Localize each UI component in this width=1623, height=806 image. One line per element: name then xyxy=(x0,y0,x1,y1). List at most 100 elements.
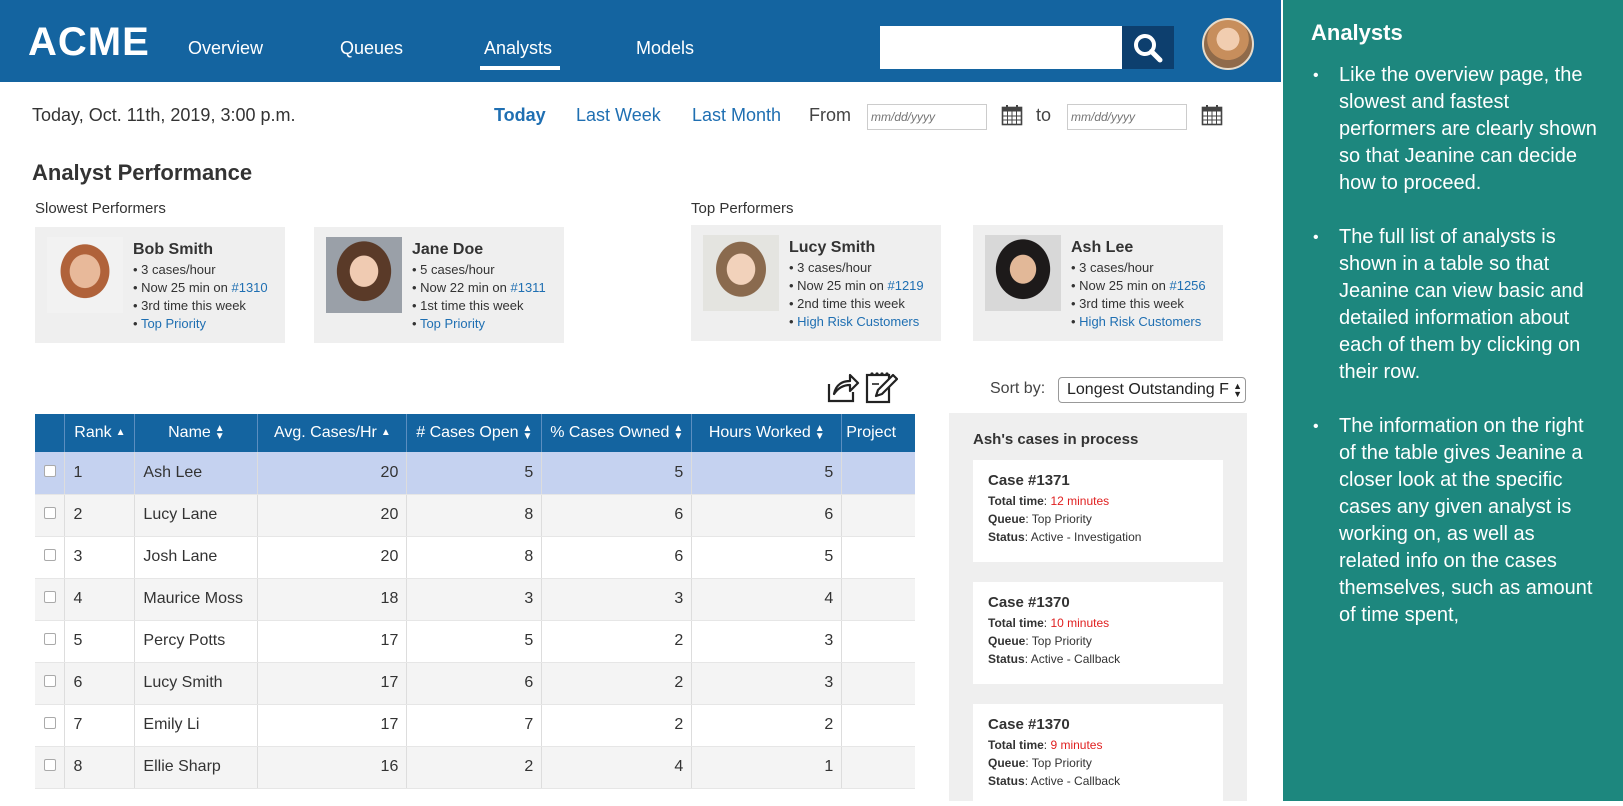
checkbox[interactable] xyxy=(43,717,56,729)
table-row[interactable]: 2 Lucy Lane 20 8 6 6 xyxy=(35,494,915,537)
performer-name: Ash Lee xyxy=(1071,239,1134,256)
edit-notes-icon[interactable] xyxy=(864,370,898,404)
cell-rank: 1 xyxy=(64,452,136,495)
performer-card[interactable]: Lucy Smith • 3 cases/hour • Now 25 min o… xyxy=(691,225,941,341)
performer-name: Jane Doe xyxy=(412,241,484,258)
table-row[interactable]: 5 Percy Potts 17 5 2 3 xyxy=(35,620,915,663)
table-row[interactable]: 7 Emily Li 17 7 2 2 xyxy=(35,704,915,747)
cell-hours-worked: 1 xyxy=(691,746,843,789)
queue-link[interactable]: Top Priority xyxy=(141,316,206,331)
checkbox[interactable] xyxy=(43,549,56,561)
table-row[interactable]: 6 Lucy Smith 17 6 2 3 xyxy=(35,662,915,705)
from-date-input[interactable] xyxy=(867,104,987,130)
search-input[interactable] xyxy=(880,26,1122,69)
cell-rank: 2 xyxy=(64,494,136,537)
cell-cases-open: 8 xyxy=(406,536,543,579)
row-checkbox[interactable] xyxy=(35,746,66,789)
calendar-icon[interactable] xyxy=(1001,104,1023,126)
case-status: Active - Investigation xyxy=(1030,530,1142,544)
table-row[interactable]: 3 Josh Lane 20 8 6 5 xyxy=(35,536,915,579)
cell-name: Josh Lane xyxy=(134,536,259,579)
cell-hours-worked: 3 xyxy=(691,662,843,705)
page-title: Analyst Performance xyxy=(32,160,253,185)
range-last-week[interactable]: Last Week xyxy=(576,105,661,126)
row-checkbox[interactable] xyxy=(35,578,66,621)
performer-photo xyxy=(326,237,402,313)
table-row[interactable]: 4 Maurice Moss 18 3 3 4 xyxy=(35,578,915,621)
column-header-hours-worked[interactable]: Hours Worked ▲ ▼ xyxy=(691,414,843,452)
column-header-avg-cases[interactable]: Avg. Cases/Hr ▲ xyxy=(257,414,408,452)
range-today[interactable]: Today xyxy=(494,105,546,126)
from-label: From xyxy=(809,105,851,125)
checkbox[interactable] xyxy=(43,675,56,687)
table-row[interactable]: 1 Ash Lee 20 5 5 5 xyxy=(35,452,915,495)
performer-card[interactable]: Ash Lee • 3 cases/hour • Now 25 min on #… xyxy=(973,225,1223,341)
cell-cases-open: 5 xyxy=(406,452,543,495)
nav-overview[interactable]: Overview xyxy=(188,38,263,59)
search-button[interactable] xyxy=(1122,26,1174,69)
checkbox[interactable] xyxy=(43,633,56,645)
performer-photo xyxy=(47,237,123,313)
sort-icon: ▲ ▼ xyxy=(673,422,684,442)
table-body: 1 Ash Lee 20 5 5 5 2 Lucy Lane 20 8 6 6 3 Josh Lane 20… xyxy=(35,452,915,789)
row-checkbox[interactable] xyxy=(35,494,66,537)
case-card[interactable]: Case #1371 Total time: 12 minutes Queue:… xyxy=(973,460,1223,562)
cell-cases-open: 2 xyxy=(406,746,543,789)
column-header-name[interactable]: Name ▲ ▼ xyxy=(134,414,259,452)
nav-analysts[interactable]: Analysts xyxy=(479,38,561,70)
row-checkbox[interactable] xyxy=(35,662,66,705)
column-header-cases-open[interactable]: # Cases Open ▲ ▼ xyxy=(406,414,543,452)
case-link[interactable]: #1256 xyxy=(1169,278,1205,293)
case-link[interactable]: #1310 xyxy=(231,280,267,295)
cell-avg-cases: 20 xyxy=(257,452,408,495)
case-link[interactable]: #1311 xyxy=(510,280,545,295)
case-total-time: 9 minutes xyxy=(1050,738,1103,752)
case-status: Active - Callback xyxy=(1030,774,1121,788)
performer-name: Bob Smith xyxy=(133,241,213,258)
row-checkbox[interactable] xyxy=(35,620,66,663)
sort-by-label: Sort by: xyxy=(990,380,1046,397)
checkbox[interactable] xyxy=(43,507,56,519)
user-avatar[interactable] xyxy=(1202,18,1254,70)
checkbox[interactable] xyxy=(43,464,56,477)
to-date-input[interactable] xyxy=(1067,104,1187,130)
queue-link[interactable]: High Risk Customers xyxy=(1079,314,1201,329)
row-checkbox[interactable] xyxy=(35,452,66,495)
top-nav-bar: ACME Overview Queues Analysts Models xyxy=(0,0,1281,82)
column-header-cases-owned[interactable]: % Cases Owned ▲ ▼ xyxy=(541,414,693,452)
share-icon[interactable] xyxy=(826,370,860,404)
column-header-rank[interactable]: Rank ▲ xyxy=(64,414,136,452)
performer-rate: • 3 cases/hour xyxy=(789,260,872,275)
case-number: Case #1370 xyxy=(988,716,1070,733)
case-total-time: 10 minutes xyxy=(1050,616,1110,630)
annotation-bullet: Like the overview page, the slowest and … xyxy=(1311,62,1597,197)
calendar-icon[interactable] xyxy=(1201,104,1223,126)
performer-card[interactable]: Bob Smith • 3 cases/hour • Now 25 min on… xyxy=(35,227,285,343)
case-number: Case #1371 xyxy=(988,472,1070,489)
row-checkbox[interactable] xyxy=(35,536,66,579)
performer-frequency: • 3rd time this week xyxy=(1071,296,1184,311)
sort-by-select[interactable]: Longest Outstanding F ▲ ▼ xyxy=(1058,377,1246,403)
performer-card[interactable]: Jane Doe • 5 cases/hour • Now 22 min on … xyxy=(314,227,564,343)
nav-models[interactable]: Models xyxy=(636,38,694,59)
cell-project xyxy=(841,494,915,537)
checkbox[interactable] xyxy=(43,591,56,603)
current-datetime: Today, Oct. 11th, 2019, 3:00 p.m. xyxy=(32,105,296,125)
app-window: ACME Overview Queues Analysts Models Tod… xyxy=(0,0,1281,806)
range-last-month[interactable]: Last Month xyxy=(692,105,781,126)
column-header-project[interactable]: Project xyxy=(841,414,915,452)
checkbox[interactable] xyxy=(43,759,56,771)
nav-queues[interactable]: Queues xyxy=(340,38,403,59)
search-icon xyxy=(1134,33,1163,62)
queue-link[interactable]: Top Priority xyxy=(420,316,485,331)
case-card[interactable]: Case #1370 Total time: 9 minutes Queue: … xyxy=(973,704,1223,806)
case-link[interactable]: #1219 xyxy=(887,278,923,293)
case-card[interactable]: Case #1370 Total time: 10 minutes Queue:… xyxy=(973,582,1223,684)
table-row[interactable]: 8 Ellie Sharp 16 2 4 1 xyxy=(35,746,915,789)
cell-rank: 6 xyxy=(64,662,136,705)
row-checkbox[interactable] xyxy=(35,704,66,747)
sort-asc-icon: ▲ xyxy=(380,426,391,438)
cell-cases-owned: 2 xyxy=(541,620,693,663)
queue-link[interactable]: High Risk Customers xyxy=(797,314,919,329)
sort-by-value: Longest Outstanding F xyxy=(1067,381,1229,398)
